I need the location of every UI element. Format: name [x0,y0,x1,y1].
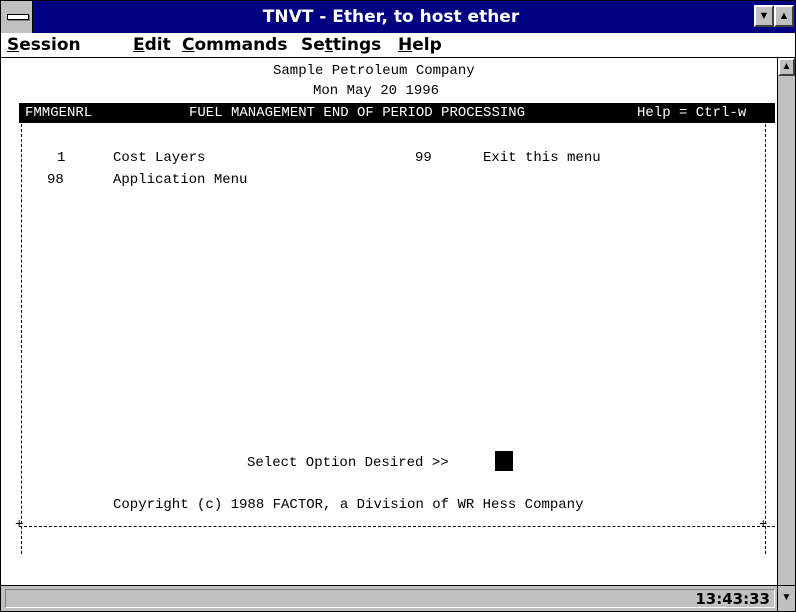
clock: 13:43:33 [695,590,770,608]
bottom-border [19,526,775,527]
right-border [765,124,766,554]
scroll-down-button[interactable]: ▼ [777,585,795,611]
vertical-scrollbar[interactable]: ▲ [777,58,795,585]
corner-left: + [15,517,24,533]
option-label: Application Menu [113,172,248,188]
text-cursor [495,451,513,471]
system-menu-icon [7,14,29,20]
left-border [21,124,22,554]
select-option-prompt: Select Option Desired >> [247,455,449,471]
company-name: Sample Petroleum Company [273,63,475,79]
option-number: 98 [47,172,64,188]
option-number: 99 [415,150,432,166]
window-title: TNVT - Ether, to host ether [262,7,520,27]
screen-title: FUEL MANAGEMENT END OF PERIOD PROCESSING [189,105,526,121]
menu-bar: Session Edit Commands Settings Help [1,33,795,58]
option-number: 1 [57,150,66,166]
option-label: Exit this menu [483,150,601,166]
menu-help[interactable]: Help [398,33,442,57]
corner-right: + [759,517,768,533]
status-bar: 13:43:33 [1,585,777,611]
menu-session[interactable]: Session [7,33,81,57]
program-id: FMMGENRL [25,105,93,121]
current-date: Mon May 20 1996 [313,83,440,99]
arrow-down-icon: ▼ [781,592,792,603]
copyright-text: Copyright (c) 1988 FACTOR, a Division of… [113,497,584,513]
maximize-icon: ▲ [778,10,790,22]
minimize-icon: ▼ [758,10,770,22]
terminal-window: TNVT - Ether, to host ether ▼ ▲ Session … [0,0,796,612]
system-menu-button[interactable] [1,1,33,33]
menu-edit[interactable]: Edit [133,33,171,57]
scroll-up-button[interactable]: ▲ [778,58,795,76]
title-bar[interactable]: TNVT - Ether, to host ether ▼ ▲ [1,1,795,33]
terminal-screen[interactable]: Sample Petroleum Company Mon May 20 1996… [1,58,777,583]
option-label: Cost Layers [113,150,206,166]
status-field: 13:43:33 [5,589,775,608]
menu-settings[interactable]: Settings [301,33,381,57]
maximize-button[interactable]: ▲ [774,5,794,27]
help-hint: Help = Ctrl-w [637,105,747,121]
menu-commands[interactable]: Commands [182,33,287,57]
screen-header-bar: FMMGENRL FUEL MANAGEMENT END OF PERIOD P… [19,103,775,123]
minimize-button[interactable]: ▼ [754,5,774,27]
arrow-up-icon: ▲ [781,61,792,72]
